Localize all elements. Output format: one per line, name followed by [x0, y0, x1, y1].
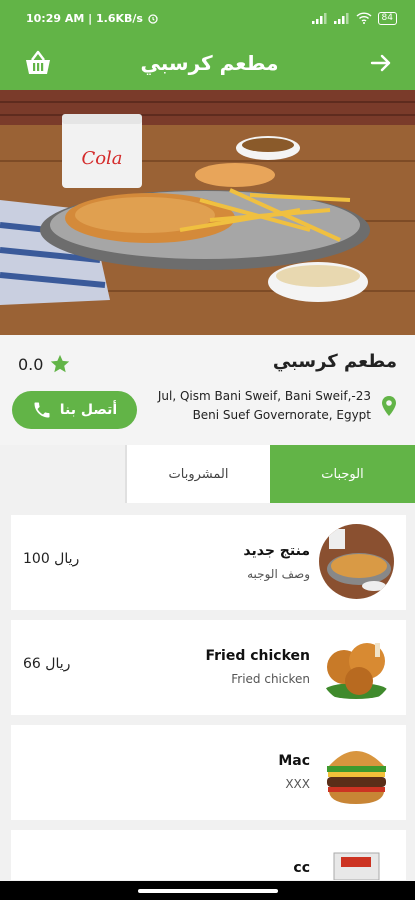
contact-us-button[interactable]: أتصل بنا [12, 391, 137, 429]
item-description: XXX [285, 777, 310, 791]
battery-indicator: 84 [377, 11, 397, 25]
signal-icon [311, 12, 327, 24]
home-handle[interactable] [137, 888, 278, 893]
signal-icon-2 [333, 12, 349, 24]
burger-image [319, 734, 394, 809]
rating: 0.0 [18, 353, 71, 375]
page-title: مطعم كرسبي [140, 51, 279, 75]
item-price: 66 ريال [23, 656, 71, 672]
item-thumbnail [319, 629, 394, 704]
item-description: Fried chicken [231, 672, 310, 686]
status-time: 10:29 AM | 1.6KB/s [26, 11, 143, 25]
menu-item[interactable]: Mac XXX [11, 725, 406, 820]
arrow-right-icon [370, 54, 391, 72]
item-thumbnail [319, 839, 394, 880]
star-icon [51, 354, 70, 373]
contact-us-label: أتصل بنا [59, 402, 118, 418]
status-right: 84 [311, 11, 397, 25]
category-tabs: المشروبات الوجبات [125, 445, 415, 503]
item-name: Mac [278, 753, 310, 769]
address-row: Jul, Qism Bani Sweif, Bani Sweif,-23 Ben… [141, 387, 397, 425]
item-name: Fried chicken [205, 648, 310, 664]
back-button[interactable] [365, 47, 397, 79]
location-pin-icon [382, 396, 396, 416]
meal-platter-image [319, 524, 394, 599]
tab-meals[interactable]: الوجبات [270, 445, 415, 503]
wifi-icon [356, 12, 372, 24]
cart-button[interactable] [22, 47, 54, 79]
menu-item[interactable]: منتج جديد وصف الوجبه 100 ريال [11, 515, 406, 610]
item-thumbnail [319, 734, 394, 809]
fried-chicken-image [319, 629, 394, 704]
item-price: 100 ريال [23, 551, 80, 567]
svg-text:Cola: Cola [81, 148, 122, 169]
basket-icon [26, 50, 50, 74]
item-name: منتج جديد [243, 543, 310, 559]
restaurant-info: مطعم كرسبي 0.0 Jul, Qism Bani Sweif, Ban… [0, 335, 415, 445]
item-thumbnail [319, 524, 394, 599]
restaurant-name: مطعم كرسبي [272, 351, 397, 372]
restaurant-hero-image: Cola [0, 90, 415, 335]
item-description: وصف الوجبه [247, 567, 310, 581]
menu-item[interactable]: cc [11, 830, 406, 880]
address-text: Jul, Qism Bani Sweif, Bani Sweif,-23 Ben… [157, 389, 371, 422]
meal-box-image [319, 839, 394, 880]
status-bar: 10:29 AM | 1.6KB/s 84 [0, 0, 415, 36]
app-bar: مطعم كرسبي [0, 36, 415, 90]
tab-drinks[interactable]: المشروبات [125, 445, 270, 503]
alarm-icon [148, 14, 158, 24]
phone-icon [34, 402, 50, 418]
status-left: 10:29 AM | 1.6KB/s [26, 12, 159, 25]
menu-item[interactable]: Fried chicken Fried chicken 66 ريال [11, 620, 406, 715]
system-nav-bar [0, 881, 415, 900]
item-name: cc [293, 860, 310, 876]
rating-value: 0.0 [18, 354, 44, 374]
food-photo: Cola [0, 90, 415, 335]
